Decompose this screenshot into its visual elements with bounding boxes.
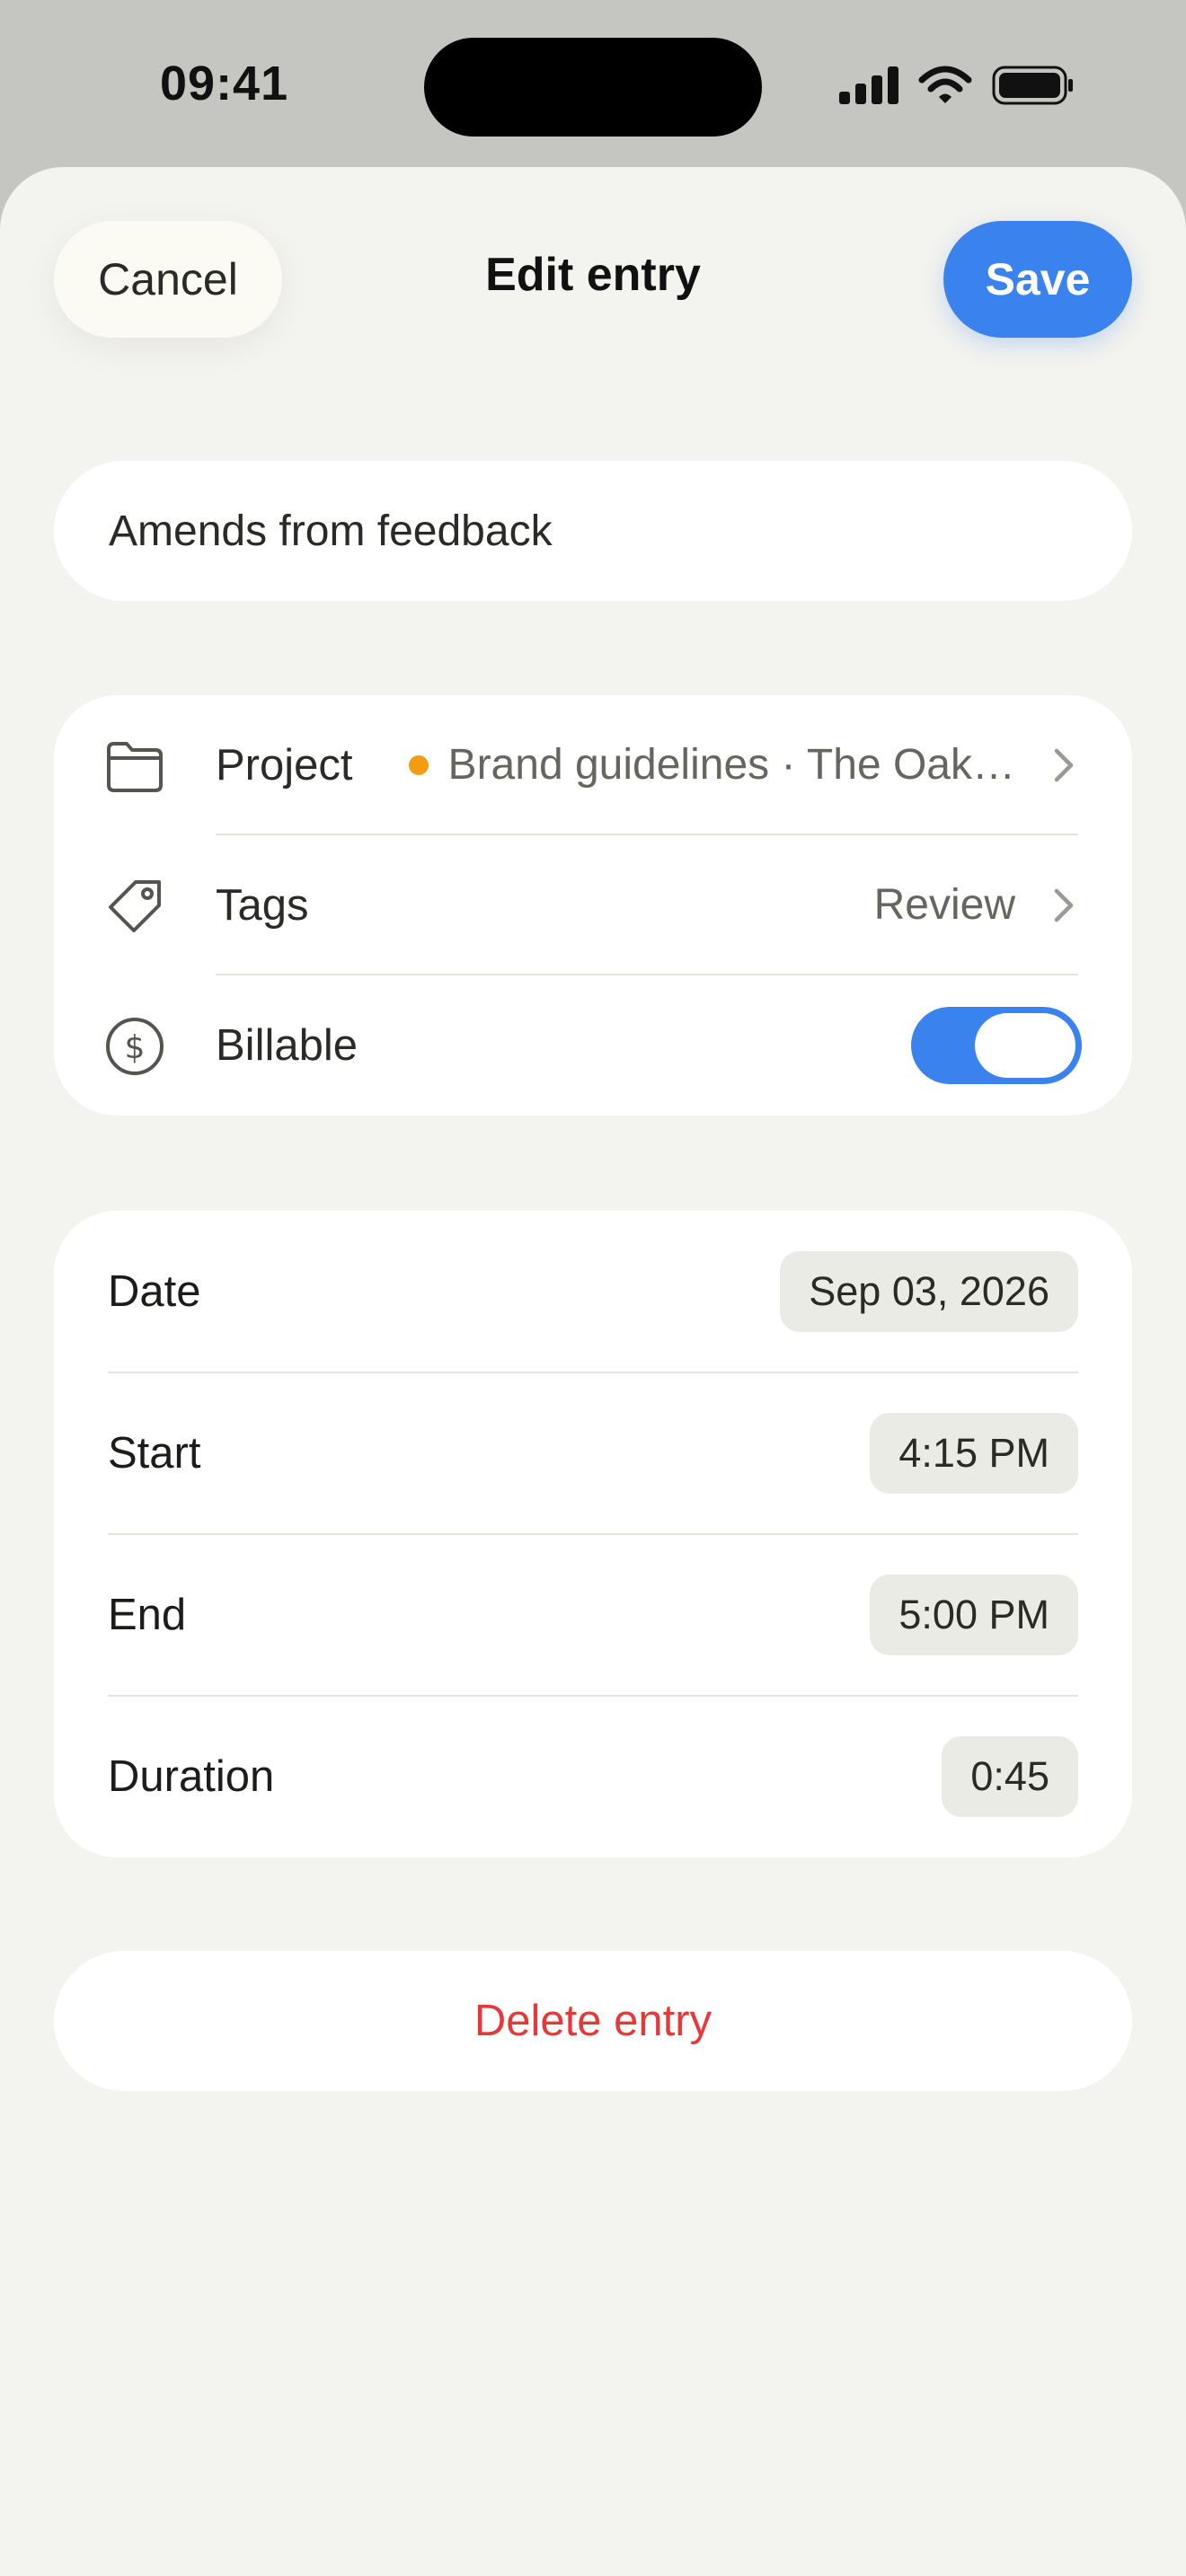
properties-card: Project Brand guidelines · The Oak… Tags… bbox=[54, 695, 1132, 1116]
start-label: Start bbox=[108, 1429, 201, 1478]
cellular-signal-icon bbox=[839, 66, 898, 104]
toggle-knob bbox=[975, 1013, 1075, 1078]
date-picker[interactable]: Sep 03, 2026 bbox=[780, 1251, 1078, 1332]
dynamic-island bbox=[424, 38, 762, 137]
duration-row: Duration 0:45 bbox=[54, 1696, 1132, 1857]
end-row: End 5:00 PM bbox=[54, 1534, 1132, 1696]
delete-entry-label: Delete entry bbox=[474, 1997, 712, 2045]
edit-entry-sheet: Cancel Edit entry Save Amends from feedb… bbox=[0, 167, 1186, 2576]
tags-value: Review bbox=[873, 881, 1015, 929]
delete-entry-button[interactable]: Delete entry bbox=[54, 1951, 1132, 2091]
start-time-picker[interactable]: 4:15 PM bbox=[870, 1413, 1078, 1494]
time-card: Date Sep 03, 2026 Start 4:15 PM End 5:00… bbox=[54, 1211, 1132, 1857]
start-row: Start 4:15 PM bbox=[54, 1372, 1132, 1534]
billable-label: Billable bbox=[216, 1020, 358, 1070]
chevron-right-icon bbox=[1054, 748, 1074, 782]
project-name: Brand guidelines · The Oak… bbox=[447, 741, 1015, 789]
duration-label: Duration bbox=[108, 1752, 275, 1801]
status-bar: 09:41 bbox=[0, 0, 1186, 171]
tag-icon bbox=[109, 880, 161, 932]
project-value: Brand guidelines · The Oak… bbox=[408, 695, 1015, 834]
duration-picker[interactable]: 0:45 bbox=[942, 1736, 1078, 1817]
end-label: End bbox=[108, 1591, 187, 1639]
chevron-right-icon bbox=[1054, 888, 1074, 922]
svg-text:$: $ bbox=[125, 1029, 146, 1066]
save-button[interactable]: Save bbox=[943, 221, 1132, 338]
status-time: 09:41 bbox=[160, 57, 289, 110]
battery-icon bbox=[992, 66, 1073, 105]
status-icons bbox=[839, 63, 1075, 108]
project-row[interactable]: Project Brand guidelines · The Oak… bbox=[54, 695, 1132, 834]
wifi-icon bbox=[918, 66, 972, 103]
tags-label: Tags bbox=[216, 880, 309, 930]
description-text: Amends from feedback bbox=[109, 507, 553, 555]
description-field[interactable]: Amends from feedback bbox=[54, 461, 1132, 601]
end-time-picker[interactable]: 5:00 PM bbox=[870, 1575, 1078, 1655]
tags-row[interactable]: Tags Review bbox=[54, 835, 1132, 975]
folder-icon bbox=[107, 742, 163, 792]
date-row: Date Sep 03, 2026 bbox=[54, 1211, 1132, 1372]
dollar-circle-icon: $ bbox=[106, 1018, 164, 1075]
billable-row: $ Billable bbox=[54, 975, 1132, 1115]
date-label: Date bbox=[108, 1267, 201, 1316]
project-label: Project bbox=[216, 740, 353, 790]
billable-toggle[interactable] bbox=[911, 1007, 1082, 1084]
project-color-dot bbox=[408, 754, 429, 775]
